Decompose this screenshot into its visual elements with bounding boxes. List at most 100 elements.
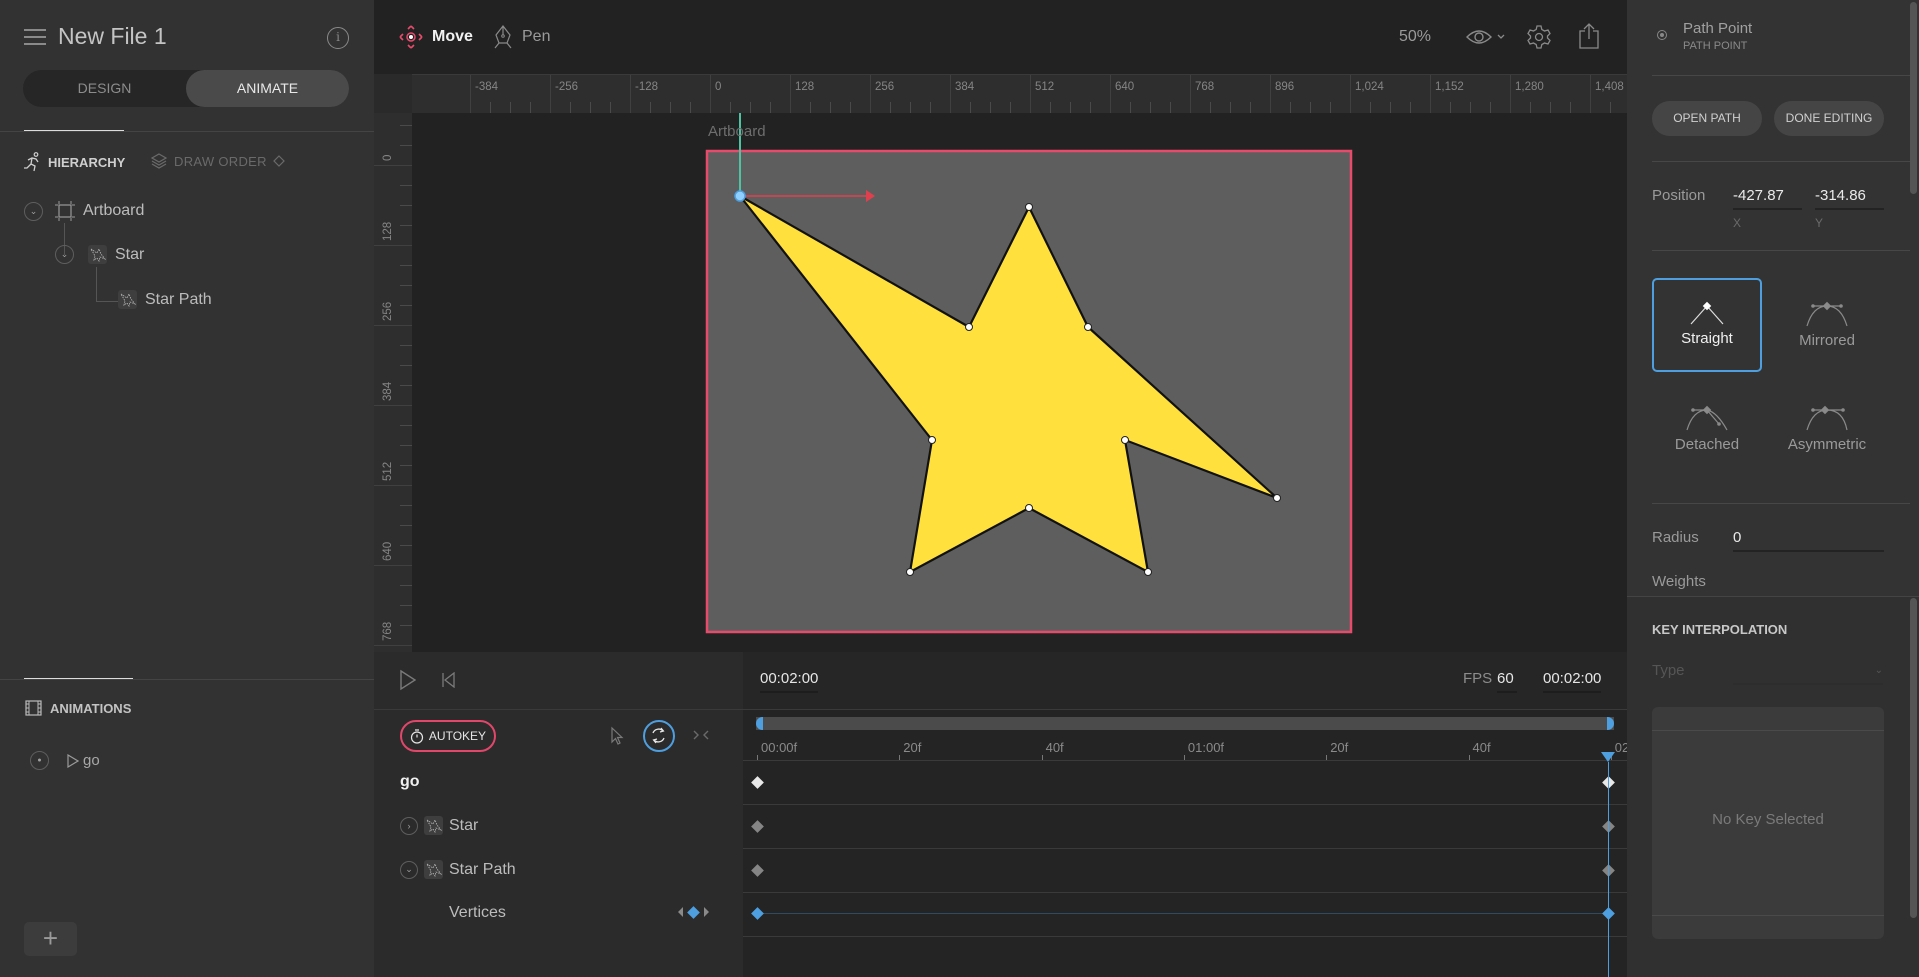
inspector-scrollbar[interactable] — [1910, 2, 1917, 194]
timeline-row-star[interactable]: › Star — [400, 816, 478, 835]
cursor-icon[interactable] — [610, 726, 624, 746]
key-interp-scrollbar[interactable] — [1910, 598, 1917, 918]
fit-icon[interactable] — [693, 728, 709, 742]
asymmetric-vertex-icon — [1799, 400, 1855, 432]
ruler-label: 128 — [795, 81, 814, 93]
chevron-down-icon[interactable] — [1496, 33, 1506, 41]
ruler-minor-tick — [990, 102, 991, 113]
horizontal-ruler[interactable]: -384-256-12801282563845126407688961,0241… — [412, 74, 1627, 113]
gear-icon[interactable] — [1526, 24, 1552, 50]
autokey-button[interactable]: AUTOKEY — [400, 720, 496, 752]
rewind-icon[interactable] — [441, 672, 455, 688]
timeline-row-vertices[interactable]: Vertices — [449, 904, 506, 922]
timeline-row-go[interactable]: go — [400, 773, 420, 791]
ruler-minor-tick — [400, 545, 412, 546]
loop-button[interactable] — [643, 720, 675, 752]
artboard-label[interactable]: Artboard — [708, 123, 766, 140]
vertex-handle[interactable] — [966, 324, 973, 331]
vertex-handle[interactable] — [929, 437, 936, 444]
ruler-major-tick — [1510, 75, 1511, 113]
tab-hierarchy[interactable]: HIERARCHY — [24, 152, 125, 172]
ruler-label: 128 — [382, 222, 394, 241]
ruler-corner — [374, 74, 412, 113]
vertex-handle[interactable] — [907, 569, 914, 576]
vertex-type-detached[interactable]: Detached — [1652, 382, 1762, 476]
frame-label: 01:00f — [1188, 740, 1224, 755]
ruler-major-tick — [1190, 75, 1191, 113]
y-label: Y — [1815, 216, 1823, 230]
tab-draw-order[interactable]: DRAW ORDER — [150, 152, 285, 170]
tree-item-artboard[interactable]: ⌄ Artboard — [24, 201, 144, 221]
vertex-handle[interactable] — [1122, 437, 1129, 444]
open-path-button[interactable]: OPEN PATH — [1652, 101, 1762, 136]
add-key-icon[interactable] — [687, 906, 700, 919]
work-area-range-bar[interactable] — [756, 717, 1614, 730]
info-icon[interactable]: i — [327, 27, 349, 49]
zoom-level[interactable]: 50% — [1399, 28, 1431, 46]
ruler-minor-tick — [850, 102, 851, 113]
move-icon — [398, 24, 424, 50]
vertex-type-straight[interactable]: Straight — [1652, 278, 1762, 372]
chevron-right-icon[interactable]: › — [400, 817, 418, 835]
vertex-type-mirrored[interactable]: Mirrored — [1772, 278, 1882, 372]
chevron-down-icon[interactable]: ⌄ — [24, 202, 43, 221]
playhead-handle[interactable] — [1601, 752, 1615, 762]
hamburger-menu-icon[interactable] — [24, 29, 46, 45]
loop-icon — [645, 722, 672, 749]
vertical-ruler[interactable]: 0128256384512640768 — [374, 113, 412, 653]
play-icon[interactable] — [399, 669, 417, 691]
add-animation-button[interactable]: + — [24, 922, 77, 956]
vertex-handle[interactable] — [1085, 324, 1092, 331]
vertex-type-asymmetric[interactable]: Asymmetric — [1772, 382, 1882, 476]
ruler-minor-tick — [1210, 102, 1211, 113]
mode-design-button[interactable]: DESIGN — [23, 70, 186, 107]
ruler-label: -256 — [555, 81, 578, 93]
canvas-stage[interactable] — [412, 113, 1627, 653]
vertex-handle[interactable] — [1026, 204, 1033, 211]
ruler-label: 512 — [1035, 81, 1054, 93]
chevron-down-icon[interactable]: ⌄ — [400, 861, 418, 879]
ruler-label: 1,408 — [1595, 81, 1624, 93]
chevron-down-icon[interactable]: ⌄ — [55, 245, 74, 264]
frame-label: 40f — [1046, 740, 1064, 755]
vertex-handle[interactable] — [1145, 569, 1152, 576]
duration-field[interactable]: 00:02:00 — [1543, 670, 1601, 693]
selected-vertex[interactable] — [735, 191, 745, 201]
ruler-minor-tick — [1410, 102, 1411, 113]
interpolation-type-select[interactable]: ⌄ — [1733, 665, 1883, 685]
autokey-label: AUTOKEY — [429, 729, 486, 743]
tree-item-star[interactable]: ⌄ Star — [55, 245, 144, 264]
mirrored-vertex-icon — [1799, 296, 1855, 328]
position-x-field[interactable]: -427.87 — [1733, 187, 1802, 210]
fps-field[interactable]: 60 — [1497, 670, 1517, 693]
position-y-field[interactable]: -314.86 — [1815, 187, 1884, 210]
radius-field[interactable]: 0 — [1733, 529, 1884, 552]
vertex-handle[interactable] — [1026, 505, 1033, 512]
ruler-major-tick — [374, 325, 412, 326]
pen-tool-button[interactable]: Pen — [492, 24, 550, 50]
move-tool-button[interactable]: Move — [398, 24, 473, 50]
active-radio-icon[interactable]: ● — [30, 751, 49, 770]
next-key-icon[interactable] — [704, 907, 709, 917]
frame-label: 20f — [903, 740, 921, 755]
ruler-label: 640 — [1115, 81, 1134, 93]
timeline-row-star-path[interactable]: ⌄ Star Path — [400, 860, 516, 879]
vertex-type-label: Mirrored — [1799, 332, 1855, 349]
ruler-minor-tick — [1310, 102, 1311, 113]
export-icon[interactable] — [1578, 22, 1600, 50]
ruler-minor-tick — [970, 102, 971, 113]
range-start-handle[interactable] — [756, 717, 763, 730]
prev-key-icon[interactable] — [678, 907, 683, 917]
inspector-subtitle: PATH POINT — [1683, 40, 1747, 52]
stage-drawing[interactable] — [412, 113, 1627, 653]
vertex-handle[interactable] — [1274, 495, 1281, 502]
animation-item-go[interactable]: ● go — [30, 751, 100, 770]
tree-item-star-path[interactable]: Star Path — [118, 290, 212, 309]
ruler-minor-tick — [650, 102, 651, 113]
ruler-minor-tick — [1490, 102, 1491, 113]
done-editing-button[interactable]: DONE EDITING — [1774, 101, 1884, 136]
mode-animate-button[interactable]: ANIMATE — [186, 70, 349, 107]
playhead-line[interactable] — [1608, 762, 1609, 977]
current-time-field[interactable]: 00:02:00 — [760, 670, 818, 693]
eye-icon[interactable] — [1466, 27, 1492, 47]
